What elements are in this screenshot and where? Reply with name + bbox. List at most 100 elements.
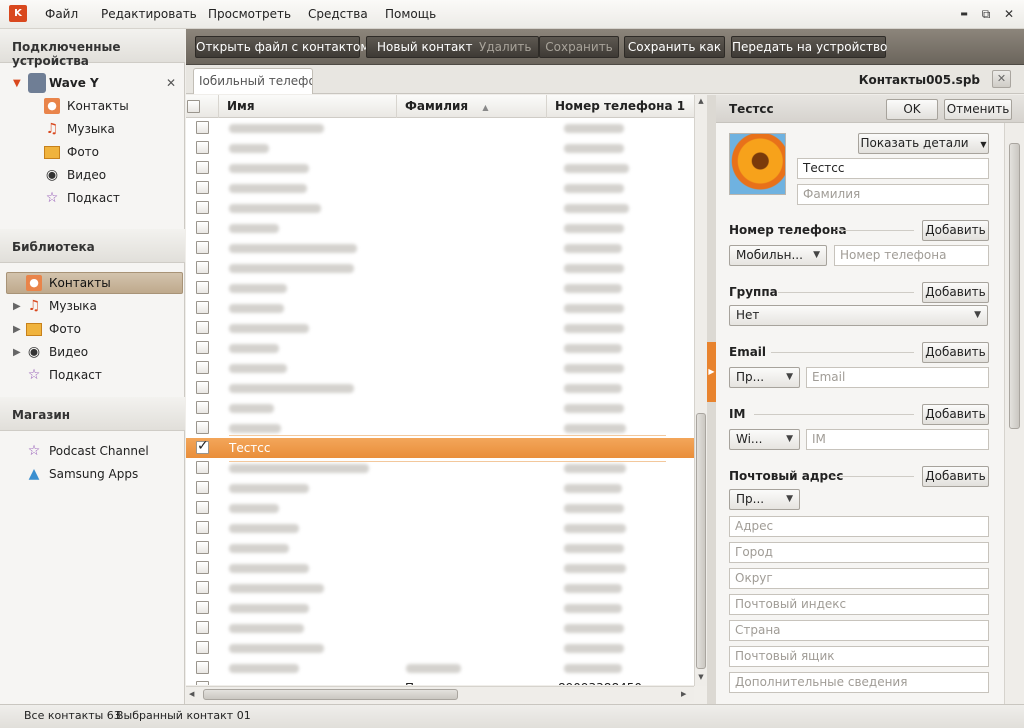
- library-item-music[interactable]: ♫ Музыка: [26, 296, 176, 316]
- row-checkbox[interactable]: [196, 481, 209, 494]
- row-checkbox[interactable]: [196, 521, 209, 534]
- delete-button[interactable]: Удалить: [479, 37, 532, 57]
- table-row[interactable]: [186, 478, 694, 498]
- email-field[interactable]: Email: [806, 367, 989, 388]
- table-row[interactable]: [186, 338, 694, 358]
- address-region-field[interactable]: Округ: [729, 568, 989, 589]
- table-row-selected[interactable]: ✓ Тестсс: [186, 438, 694, 458]
- table-row[interactable]: [186, 598, 694, 618]
- panel-vertical-scrollbar[interactable]: [1004, 123, 1024, 704]
- library-item-video[interactable]: ◉ Видео: [26, 342, 176, 362]
- device-wave-y[interactable]: Wave Y: [28, 73, 178, 93]
- scroll-down-icon[interactable]: ▼: [695, 673, 707, 681]
- row-checkbox[interactable]: [196, 621, 209, 634]
- device-item-contacts[interactable]: ● Контакты: [44, 96, 174, 116]
- cancel-button[interactable]: Отменить: [944, 99, 1012, 120]
- table-row[interactable]: [186, 118, 694, 138]
- table-row[interactable]: [186, 258, 694, 278]
- chevron-right-icon[interactable]: ▶: [13, 324, 21, 335]
- menu-tools[interactable]: Средства: [308, 7, 368, 21]
- email-type-dropdown[interactable]: Пр... ▼: [729, 367, 800, 388]
- send-to-device-button[interactable]: Передать на устройство: [731, 36, 887, 58]
- table-row[interactable]: [186, 298, 694, 318]
- chevron-right-icon[interactable]: ▶: [13, 347, 21, 358]
- row-checkbox[interactable]: [196, 661, 209, 674]
- row-checkbox[interactable]: [196, 341, 209, 354]
- address-postcode-field[interactable]: Почтовый индекс: [729, 594, 989, 615]
- table-hscroll-thumb[interactable]: [203, 689, 458, 700]
- row-checkbox[interactable]: [196, 181, 209, 194]
- row-checkbox[interactable]: [196, 321, 209, 334]
- row-checkbox[interactable]: [196, 221, 209, 234]
- table-horizontal-scrollbar[interactable]: ◀ ▶: [186, 686, 694, 702]
- table-row[interactable]: [186, 518, 694, 538]
- new-contact-button[interactable]: Новый контакт Удалить: [366, 36, 539, 58]
- address-type-dropdown[interactable]: Пр... ▼: [729, 489, 800, 510]
- table-row[interactable]: [186, 138, 694, 158]
- panel-scroll-thumb[interactable]: [1009, 143, 1020, 429]
- menu-help[interactable]: Помощь: [385, 7, 436, 21]
- table-row[interactable]: [186, 218, 694, 238]
- table-row[interactable]: [186, 178, 694, 198]
- menu-view[interactable]: Просмотреть: [208, 7, 291, 21]
- first-name-field[interactable]: Тестсс: [797, 158, 989, 179]
- store-item-samsung-apps[interactable]: ▲ Samsung Apps: [26, 464, 176, 484]
- im-field[interactable]: IM: [806, 429, 989, 450]
- table-row[interactable]: [186, 578, 694, 598]
- table-row[interactable]: [186, 158, 694, 178]
- column-first-name[interactable]: Имя: [219, 95, 397, 118]
- row-checkbox[interactable]: [196, 461, 209, 474]
- save-as-button[interactable]: Сохранить как: [624, 36, 725, 58]
- table-row[interactable]: [186, 618, 694, 638]
- group-dropdown[interactable]: Нет ▼: [729, 305, 988, 326]
- row-checkbox[interactable]: [196, 361, 209, 374]
- panel-splitter[interactable]: ▶: [707, 95, 716, 704]
- menu-edit[interactable]: Редактировать: [101, 7, 197, 21]
- chevron-right-icon[interactable]: ▶: [13, 301, 21, 312]
- add-group-button[interactable]: Добавить: [922, 282, 989, 303]
- device-item-podcast[interactable]: ☆ Подкаст: [44, 188, 174, 208]
- add-email-button[interactable]: Добавить: [922, 342, 989, 363]
- table-vertical-scrollbar[interactable]: ▲ ▼: [694, 95, 707, 686]
- library-item-podcast[interactable]: ☆ Подкаст: [26, 365, 176, 385]
- row-checkbox[interactable]: [196, 401, 209, 414]
- row-checkbox[interactable]: [196, 381, 209, 394]
- select-all-checkbox[interactable]: [187, 100, 200, 113]
- add-phone-button[interactable]: Добавить: [922, 220, 989, 241]
- store-item-podcast-channel[interactable]: ☆ Podcast Channel: [26, 441, 176, 461]
- row-checkbox[interactable]: [196, 561, 209, 574]
- row-checkbox[interactable]: [196, 281, 209, 294]
- device-item-video[interactable]: ◉ Видео: [44, 165, 174, 185]
- close-tab-icon[interactable]: ✕: [992, 70, 1011, 88]
- table-vscroll-thumb[interactable]: [696, 413, 706, 669]
- contact-photo[interactable]: [729, 133, 786, 195]
- row-checkbox[interactable]: ✓: [196, 438, 209, 454]
- row-checkbox[interactable]: [196, 581, 209, 594]
- row-checkbox[interactable]: [196, 641, 209, 654]
- address-extra-field[interactable]: Дополнительные сведения: [729, 672, 989, 693]
- tab-mobile-phone[interactable]: Іобильный телефо: [193, 68, 313, 94]
- table-row[interactable]: [186, 198, 694, 218]
- table-row[interactable]: [186, 238, 694, 258]
- table-row[interactable]: [186, 398, 694, 418]
- table-row[interactable]: [186, 558, 694, 578]
- table-row[interactable]: [186, 358, 694, 378]
- row-checkbox[interactable]: [196, 501, 209, 514]
- device-item-photo[interactable]: Фото: [44, 142, 174, 162]
- table-row-partial[interactable]: П 89093388450: [186, 678, 694, 685]
- device-item-music[interactable]: ♫ Музыка: [44, 119, 174, 139]
- restore-icon[interactable]: ⧉: [979, 7, 993, 21]
- minimize-icon[interactable]: ▬: [957, 7, 971, 21]
- im-type-dropdown[interactable]: Wi... ▼: [729, 429, 800, 450]
- address-street-field[interactable]: Адрес: [729, 516, 989, 537]
- add-im-button[interactable]: Добавить: [922, 404, 989, 425]
- address-country-field[interactable]: Страна: [729, 620, 989, 641]
- save-button[interactable]: Сохранить: [539, 36, 619, 58]
- column-phone[interactable]: Номер телефона 1: [547, 95, 694, 118]
- table-row[interactable]: [186, 658, 694, 678]
- library-item-photo[interactable]: Фото: [26, 319, 176, 339]
- table-row[interactable]: [186, 378, 694, 398]
- close-icon[interactable]: ✕: [166, 76, 176, 90]
- row-checkbox[interactable]: [196, 261, 209, 274]
- phone-type-dropdown[interactable]: Мобильн... ▼: [729, 245, 827, 266]
